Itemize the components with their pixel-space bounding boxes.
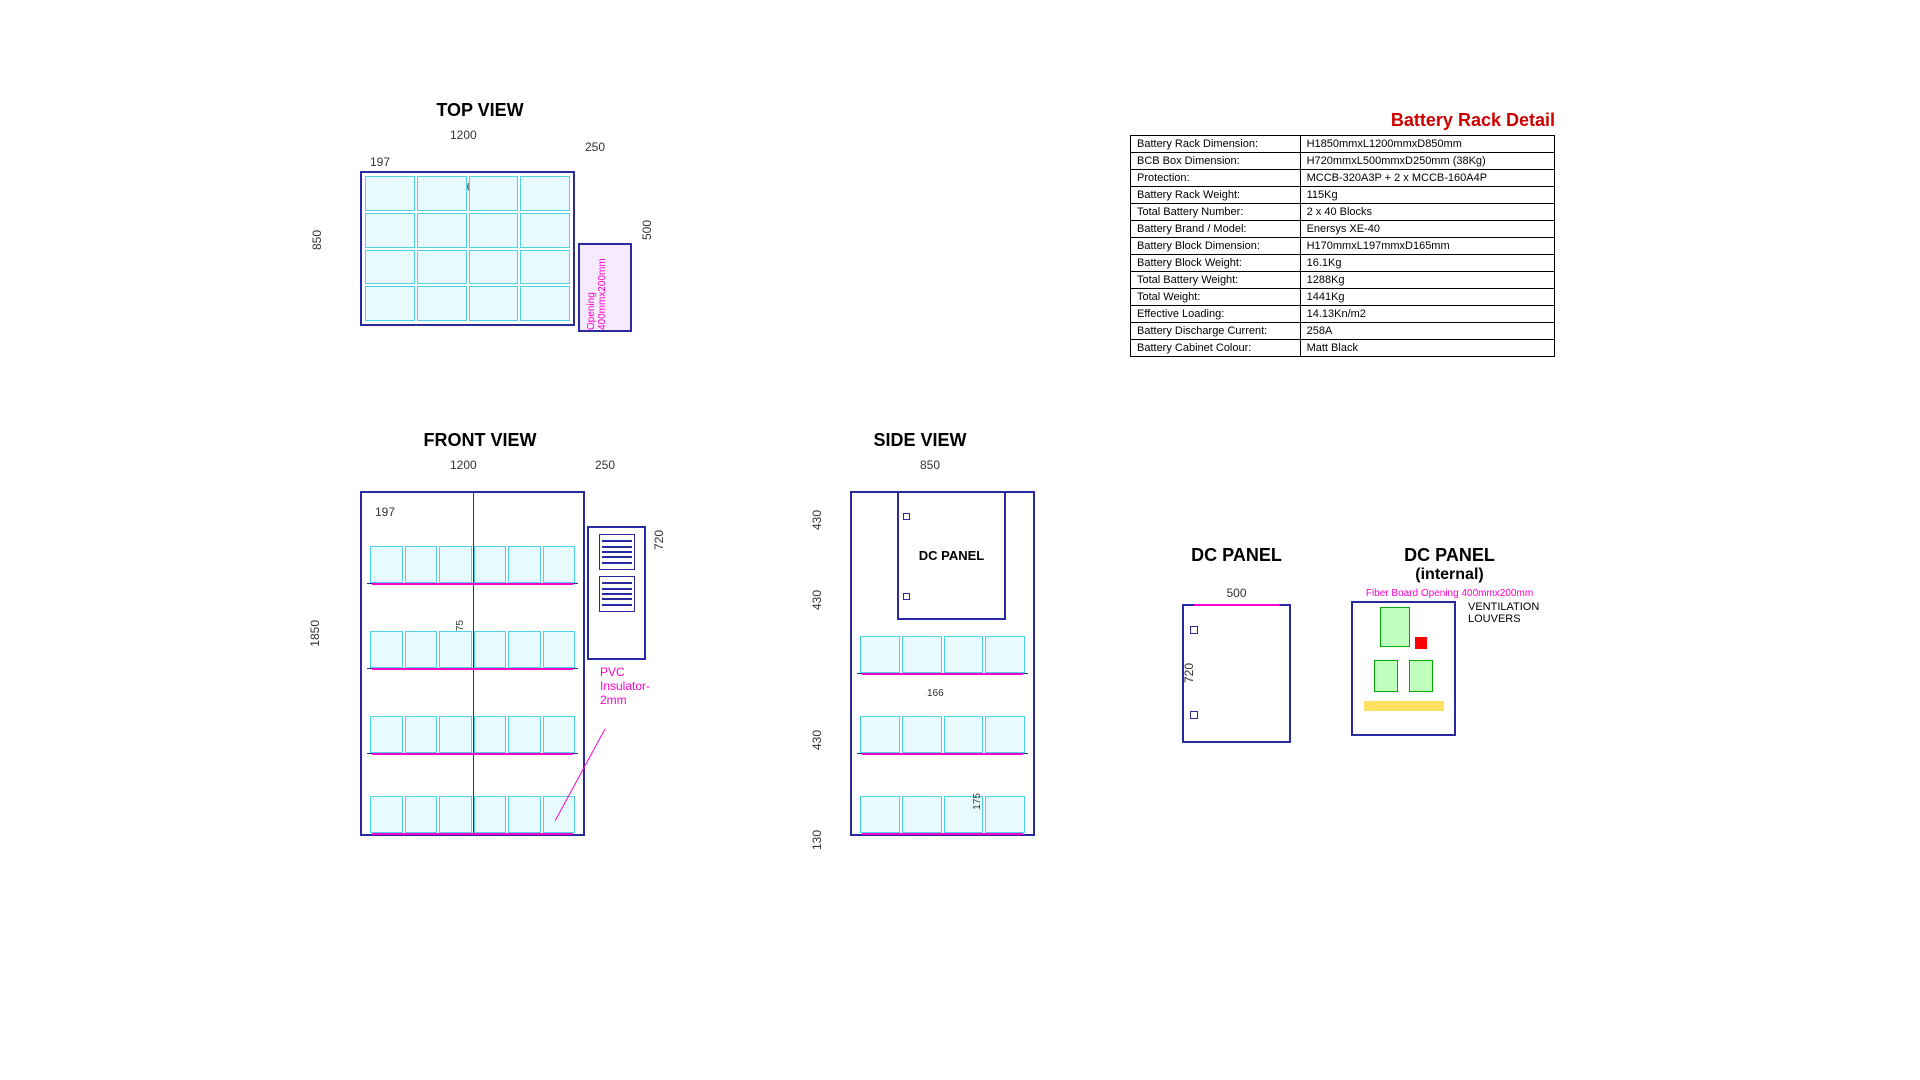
battery-cell <box>365 176 415 211</box>
detail-key: Protection: <box>1131 170 1301 187</box>
table-row: Battery Rack Weight:115Kg <box>1131 187 1555 204</box>
side-view-title: SIDE VIEW <box>790 430 1050 451</box>
dim-bcb-w: 250 <box>595 458 615 472</box>
vent-label: VENTILATION LOUVERS <box>1468 601 1548 625</box>
top-view-title: TOP VIEW <box>290 100 670 121</box>
dc-panel-section: DC PANEL 500 720 DC PANEL (internal) Fib… <box>1115 545 1615 743</box>
front-bcb-box <box>587 526 646 660</box>
front-view-title: FRONT VIEW <box>290 430 670 451</box>
detail-val: MCCB-320A3P + 2 x MCCB-160A4P <box>1300 170 1554 187</box>
dc-int-title: DC PANEL <box>1351 545 1548 566</box>
leader-line-icon <box>555 721 615 831</box>
shelf-row <box>367 618 578 669</box>
top-view: TOP VIEW 1200 197 250 850 166 500 Openin… <box>290 100 670 326</box>
hinge-icon <box>1190 711 1198 719</box>
table-row: Total Battery Weight:1288Kg <box>1131 272 1555 289</box>
detail-key: Battery Brand / Model: <box>1131 221 1301 238</box>
detail-val: 14.13Kn/m2 <box>1300 306 1554 323</box>
detail-key: Battery Rack Weight: <box>1131 187 1301 204</box>
side-dc-panel: DC PANEL <box>897 491 1006 620</box>
table-row: Protection:MCCB-320A3P + 2 x MCCB-160A4P <box>1131 170 1555 187</box>
shelf-row <box>367 783 578 833</box>
detail-title: Battery Rack Detail <box>1130 110 1555 131</box>
ventilation-icon <box>599 576 635 612</box>
detail-val: H1850mmxL1200mmxD850mm <box>1300 136 1554 153</box>
detail-table-body: Battery Rack Dimension:H1850mmxL1200mmxD… <box>1130 135 1555 357</box>
fiber-label: Fiber Board Opening 400mmx200mm <box>1351 588 1548 599</box>
table-row: Battery Cabinet Colour:Matt Black <box>1131 340 1555 357</box>
detail-val: H720mmxL500mmxD250mm (38Kg) <box>1300 153 1554 170</box>
table-row: Battery Block Weight:16.1Kg <box>1131 255 1555 272</box>
detail-val: H170mmxL197mmxD165mm <box>1300 238 1554 255</box>
dc-panel-external: DC PANEL 500 720 <box>1182 545 1291 743</box>
hinge-icon <box>1190 626 1198 634</box>
top-bcb-box: Opening 400mmx200mm <box>578 243 632 332</box>
dim-width: 1200 <box>450 458 477 472</box>
table-row: BCB Box Dimension:H720mmxL500mmxD250mm (… <box>1131 153 1555 170</box>
detail-val: 115Kg <box>1300 187 1554 204</box>
detail-val: Enersys XE-40 <box>1300 221 1554 238</box>
table-row: Battery Rack Dimension:H1850mmxL1200mmxD… <box>1131 136 1555 153</box>
table-row: Total Weight:1441Kg <box>1131 289 1555 306</box>
shelf-row <box>367 533 578 584</box>
detail-key: Battery Cabinet Colour: <box>1131 340 1301 357</box>
dim-w: 500 <box>1182 586 1291 600</box>
shelf-row <box>857 623 1028 674</box>
detail-key: Effective Loading: <box>1131 306 1301 323</box>
detail-val: 1288Kg <box>1300 272 1554 289</box>
shelf-row <box>367 703 578 754</box>
dc-panel-label: DC PANEL <box>919 548 984 563</box>
dim-cell-d: 166 <box>927 688 944 699</box>
front-rack <box>360 491 585 836</box>
fiber-opening-icon <box>1194 604 1279 606</box>
detail-val: 2 x 40 Blocks <box>1300 204 1554 221</box>
dim-cell-h: 175 <box>972 793 983 810</box>
ventilation-icon <box>599 534 635 570</box>
dc-panel-internal: DC PANEL (internal) Fiber Board Opening … <box>1351 545 1548 736</box>
indicator-icon <box>1415 637 1427 649</box>
dim-bcb-w: 250 <box>585 140 605 154</box>
detail-val: 258A <box>1300 323 1554 340</box>
mccb-160-icon <box>1374 660 1398 692</box>
table-row: Battery Brand / Model:Enersys XE-40 <box>1131 221 1555 238</box>
top-rack-grid <box>360 171 575 326</box>
detail-key: Battery Block Dimension: <box>1131 238 1301 255</box>
opening-label: Opening 400mmx200mm <box>586 255 608 330</box>
detail-table: Battery Rack Detail Battery Rack Dimensi… <box>1130 110 1555 357</box>
detail-key: Total Battery Weight: <box>1131 272 1301 289</box>
front-view: FRONT VIEW 1200 250 1850 720 197 175 PVC… <box>290 430 670 836</box>
dc-box <box>1182 604 1291 743</box>
dim-width: 1200 <box>450 128 477 142</box>
dim-cell-w: 197 <box>370 155 390 169</box>
table-row: Battery Block Dimension:H170mmxL197mmxD1… <box>1131 238 1555 255</box>
table-row: Battery Discharge Current:258A <box>1131 323 1555 340</box>
detail-key: BCB Box Dimension: <box>1131 153 1301 170</box>
busbar-icon <box>1364 701 1444 711</box>
shelf-row <box>857 783 1028 833</box>
side-view: SIDE VIEW 850 430 430 430 130 <box>790 430 1050 836</box>
detail-key: Battery Block Weight: <box>1131 255 1301 272</box>
dim-depth: 850 <box>920 458 940 472</box>
detail-val: 16.1Kg <box>1300 255 1554 272</box>
detail-val: Matt Black <box>1300 340 1554 357</box>
detail-key: Total Weight: <box>1131 289 1301 306</box>
pvc-insulator <box>372 583 573 585</box>
detail-key: Total Battery Number: <box>1131 204 1301 221</box>
mccb-320-icon <box>1380 607 1410 647</box>
detail-val: 1441Kg <box>1300 289 1554 306</box>
side-rack: 166 175 DC PANEL <box>850 491 1035 836</box>
table-row: Effective Loading:14.13Kn/m2 <box>1131 306 1555 323</box>
detail-key: Battery Rack Dimension: <box>1131 136 1301 153</box>
dc-internal-box <box>1351 601 1456 736</box>
battery-block <box>370 546 403 583</box>
mccb-160-icon <box>1409 660 1433 692</box>
dc-title: DC PANEL <box>1182 545 1291 566</box>
dc-int-sub: (internal) <box>1351 566 1548 584</box>
detail-key: Battery Discharge Current: <box>1131 323 1301 340</box>
shelf-row <box>857 703 1028 754</box>
table-row: Total Battery Number:2 x 40 Blocks <box>1131 204 1555 221</box>
